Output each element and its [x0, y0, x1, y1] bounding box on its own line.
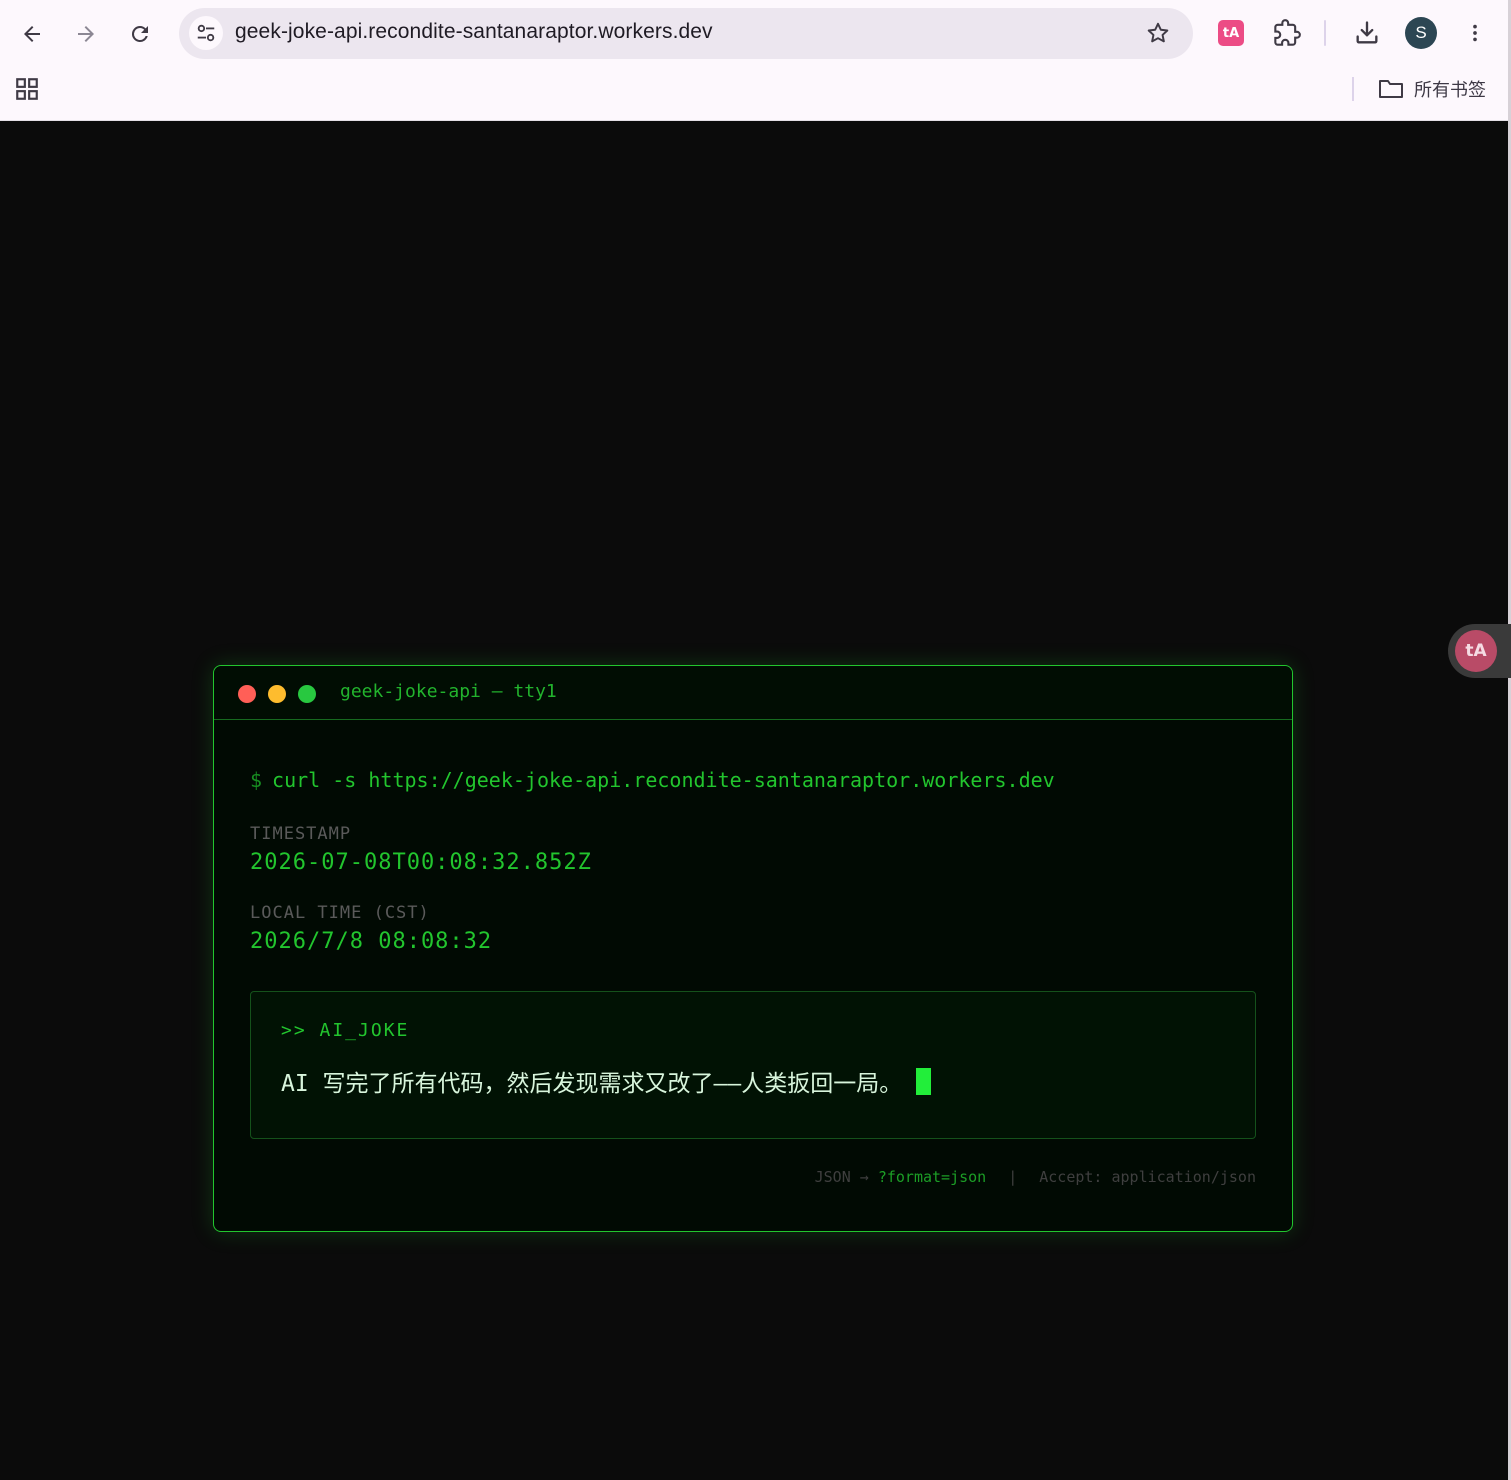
terminal-title: geek-joke-api — tty1 [340, 681, 557, 702]
arrow-left-icon [24, 26, 40, 42]
site-info-button[interactable] [189, 16, 223, 50]
back-button[interactable] [12, 14, 52, 54]
json-hint-label: JSON → [814, 1168, 869, 1186]
address-bar[interactable]: geek-joke-api.recondite-santanaraptor.wo… [179, 8, 1193, 59]
command-text: curl -s https://geek-joke-api.recondite-… [272, 768, 1055, 792]
json-format-param: ?format=json [877, 1168, 987, 1186]
url-text[interactable]: geek-joke-api.recondite-santanaraptor.wo… [235, 20, 713, 44]
joke-line: AI 写完了所有代码，然后发现需求又改了——人类扳回一局。 [281, 1064, 932, 1098]
api-hint: JSON → ?format=json | Accept: application/… [815, 1168, 1256, 1186]
all-bookmarks-button[interactable]: 所有书签 [1378, 76, 1486, 102]
joke-text: AI 写完了所有代码，然后发现需求又改了——人类扳回一局。 [281, 1071, 903, 1097]
profile-button[interactable]: S [1404, 16, 1438, 50]
timestamp-value: 2026-07-08T00:08:32.852Z [250, 850, 592, 875]
command-line: $ curl -s https://geek-joke-api.recondite… [250, 768, 1055, 792]
prompt-symbol: $ [250, 768, 263, 792]
local-time-label: LOCAL TIME (CST) [250, 903, 430, 923]
bookmark-star-icon[interactable] [1145, 20, 1171, 46]
bookmarks-divider [1352, 77, 1354, 101]
terminal-window: geek-joke-api — tty1 $ curl -s https://ge… [213, 665, 1293, 1232]
joke-header: >> AI_JOKE [281, 1020, 410, 1041]
folder-icon [1379, 80, 1403, 98]
arrow-right-icon [78, 26, 94, 42]
maximize-dot [298, 685, 316, 703]
extensions-button[interactable] [1270, 16, 1304, 50]
more-vertical-icon [1473, 24, 1477, 42]
timestamp-label: TIMESTAMP [250, 824, 352, 844]
menu-button[interactable] [1458, 16, 1492, 50]
minimize-dot [268, 685, 286, 703]
terminal-cursor [916, 1067, 932, 1095]
translate-icon: tA [1218, 20, 1244, 46]
close-dot [238, 685, 256, 703]
puzzle-icon [1274, 19, 1301, 46]
local-time-value: 2026/7/8 08:08:32 [250, 929, 493, 954]
download-icon [1356, 21, 1378, 44]
tune-icon [197, 24, 215, 42]
all-bookmarks-label: 所有书签 [1414, 80, 1486, 101]
accept-header-hint: Accept: application/json [1039, 1168, 1256, 1186]
downloads-button[interactable] [1350, 16, 1384, 50]
joke-panel: >> AI_JOKE AI 写完了所有代码，然后发现需求又改了——人类扳回一局。 [250, 991, 1256, 1139]
terminal-title-bar: geek-joke-api — tty1 [214, 666, 1292, 720]
reload-icon [131, 25, 148, 42]
forward-button[interactable] [66, 14, 106, 54]
toolbar-divider [1324, 20, 1326, 46]
reload-button[interactable] [120, 14, 160, 54]
floating-translate-button[interactable]: tA [1448, 624, 1511, 678]
translate-extension-button[interactable]: tA [1214, 16, 1248, 50]
avatar: S [1405, 17, 1437, 49]
browser-toolbar: geek-joke-api.recondite-santanaraptor.wo… [0, 0, 1511, 121]
hint-separator: | [1008, 1168, 1018, 1186]
translate-icon: tA [1455, 630, 1497, 672]
apps-grid-icon[interactable] [14, 76, 40, 102]
